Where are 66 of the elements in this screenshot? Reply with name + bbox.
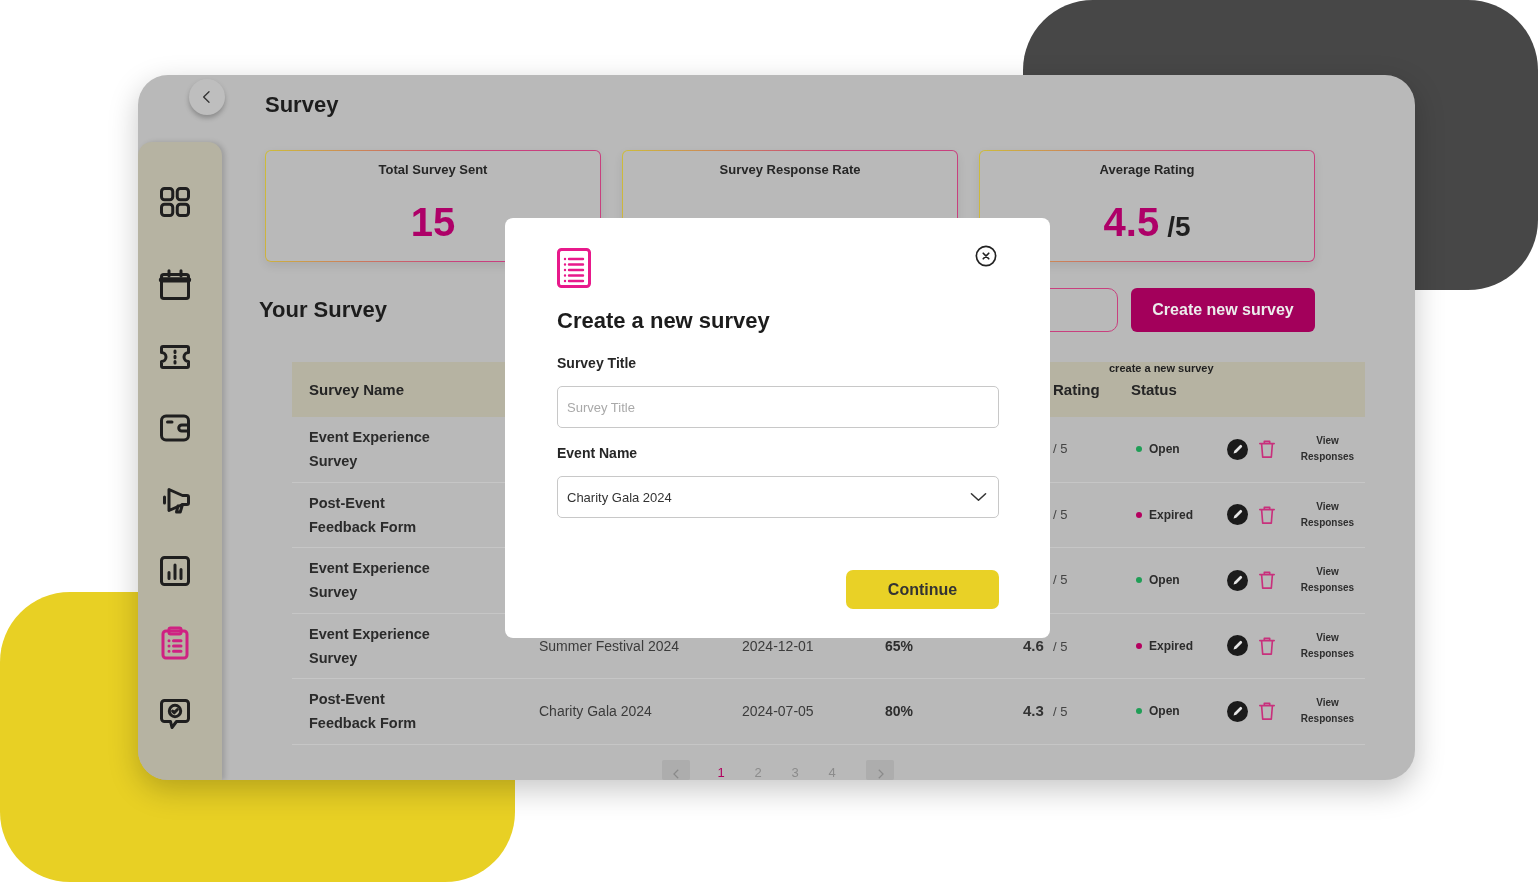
section-title: Your Survey [259, 297, 387, 323]
rating-scale: / 5 [1053, 506, 1068, 523]
view-responses-link[interactable]: View Responses [1296, 695, 1359, 728]
calendar-icon[interactable] [157, 267, 193, 303]
continue-button[interactable]: Continue [846, 570, 999, 609]
chevron-left-icon [671, 767, 681, 780]
status-label: Expired [1149, 638, 1193, 653]
view-responses-link[interactable]: View Responses [1296, 498, 1359, 531]
stat-label: Total Survey Sent [378, 161, 488, 178]
pencil-icon[interactable] [1227, 438, 1248, 460]
field-label: Event Name [557, 445, 639, 462]
text-input[interactable]: Survey Title [557, 386, 999, 428]
survey-name: Event Experience Survey [309, 624, 431, 668]
trash-icon[interactable] [1258, 439, 1276, 460]
view-responses-link[interactable]: View Responses [1296, 564, 1359, 597]
pencil-icon[interactable] [1227, 700, 1248, 722]
status-label: Open [1149, 704, 1180, 719]
view-responses-link[interactable]: View Responses [1296, 629, 1359, 662]
tooltip-text: create a new survey [1109, 362, 1214, 374]
trash-icon[interactable] [1258, 504, 1276, 525]
stat-label: Survey Response Rate [719, 161, 861, 178]
trash-icon[interactable] [1258, 635, 1276, 656]
event-name: Summer Festival 2024 [539, 637, 680, 654]
stat-label: Average Rating [1099, 161, 1195, 178]
pencil-icon[interactable] [1227, 635, 1248, 657]
grid-icon[interactable] [157, 184, 193, 220]
document-list-icon [557, 248, 591, 288]
response-rate: 80% [885, 703, 914, 720]
page-title: Survey [265, 92, 339, 118]
field-label: Survey Title [557, 355, 638, 372]
rating-scale: / 5 [1053, 572, 1068, 589]
rating-value: 4.6 [1023, 636, 1045, 655]
event-name: Charity Gala 2024 [539, 703, 652, 720]
status-label: Expired [1149, 507, 1193, 522]
bar-chart-icon[interactable] [157, 553, 193, 589]
response-rate: 65% [885, 637, 914, 654]
pencil-icon[interactable] [1227, 569, 1248, 591]
column-header: Status [1131, 380, 1177, 399]
rating-value: 4.3 [1023, 702, 1045, 721]
create-survey-button[interactable]: Create new survey [1131, 288, 1315, 332]
chevron-down-icon [970, 492, 987, 502]
stat-value: 4.5 [1103, 199, 1160, 245]
status-label: Open [1149, 442, 1180, 457]
close-icon[interactable] [975, 245, 997, 267]
survey-name: Post-Event Feedback Form [309, 690, 418, 734]
trash-icon[interactable] [1258, 701, 1276, 722]
date-text: 2024-12-01 [742, 637, 814, 654]
rating-scale: / 5 [1053, 441, 1068, 458]
rating-scale: / 5 [1053, 704, 1068, 721]
stat-unit: /5 [1167, 211, 1191, 243]
view-responses-link[interactable]: View Responses [1296, 433, 1359, 466]
pencil-icon[interactable] [1227, 504, 1248, 526]
page-number[interactable]: 1 [709, 764, 733, 780]
select-field[interactable]: Charity Gala 2024 [557, 476, 999, 518]
status-label: Open [1149, 573, 1180, 588]
chat-check-icon[interactable] [157, 696, 193, 732]
column-header: Rating [1053, 380, 1100, 399]
survey-name: Event Experience Survey [309, 559, 431, 603]
rating-scale: / 5 [1053, 638, 1068, 655]
survey-name: Event Experience Survey [309, 428, 431, 472]
survey-name: Post-Event Feedback Form [309, 493, 418, 537]
date-text: 2024-07-05 [742, 703, 814, 720]
stat-value: 15 [410, 199, 456, 245]
trash-icon[interactable] [1258, 570, 1276, 591]
dialog-title: Create a new survey [557, 308, 771, 334]
column-header: Survey Name [309, 380, 405, 399]
